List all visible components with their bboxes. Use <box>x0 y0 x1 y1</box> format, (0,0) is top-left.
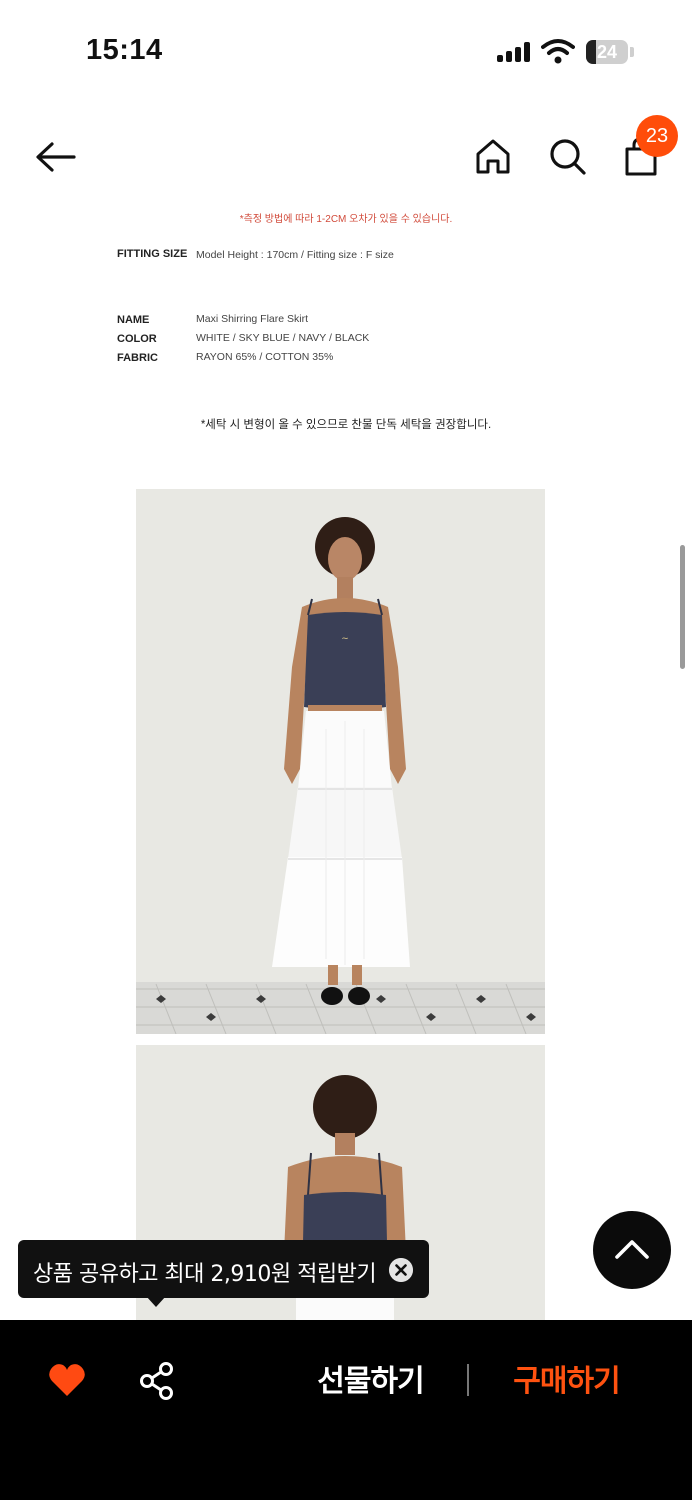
washing-note: *세탁 시 변형이 올 수 있으므로 찬물 단독 세탁을 권장합니다. <box>200 419 492 431</box>
signal-icon <box>497 42 531 62</box>
measurement-note: *측정 방법에 따라 1-2CM 오차가 있을 수 있습니다. <box>239 214 453 225</box>
scrollbar[interactable] <box>680 545 685 669</box>
battery-percentage: 24 <box>596 42 618 62</box>
spec-color-label: COLOR <box>117 333 157 345</box>
spec-color-value: WHITE / SKY BLUE / NAVY / BLACK <box>196 332 370 344</box>
back-arrow-icon[interactable] <box>34 137 78 177</box>
toast-pointer <box>146 1296 166 1307</box>
buy-button[interactable]: 구매하기 <box>494 1358 639 1406</box>
spec-name-value: Maxi Shirring Flare Skirt <box>196 313 309 325</box>
search-icon[interactable] <box>547 136 587 176</box>
bar-divider <box>467 1364 469 1396</box>
spec-fabric-value: RAYON 65% / COTTON 35% <box>196 351 334 363</box>
fitting-size-label: FITTING SIZE <box>117 248 188 260</box>
battery-cap <box>630 47 634 57</box>
toast-message: 상품 공유하고 최대 2,910원 적립받기 <box>33 1262 377 1287</box>
heart-icon[interactable] <box>48 1362 86 1398</box>
gift-button[interactable]: 선물하기 <box>298 1358 443 1406</box>
wifi-icon <box>541 39 575 64</box>
scroll-to-top-button[interactable] <box>593 1211 671 1289</box>
fitting-size-value: Model Height : 170cm / Fitting size : F … <box>196 249 394 261</box>
model-front-photo: ~ <box>136 489 545 1034</box>
share-reward-toast[interactable]: 상품 공유하고 최대 2,910원 적립받기 <box>18 1240 429 1298</box>
spec-name-label: NAME <box>117 314 150 326</box>
home-icon[interactable] <box>473 136 513 176</box>
status-time: 15:14 <box>86 34 163 66</box>
close-icon[interactable] <box>389 1258 413 1282</box>
spec-fabric-label: FABRIC <box>117 352 158 364</box>
svg-text:~: ~ <box>341 634 349 644</box>
battery-icon: 24 <box>586 40 628 64</box>
chevron-up-icon <box>615 1240 649 1259</box>
share-icon[interactable] <box>139 1362 175 1400</box>
bottom-action-bar <box>0 1320 692 1500</box>
cart-count-badge: 23 <box>636 115 678 157</box>
